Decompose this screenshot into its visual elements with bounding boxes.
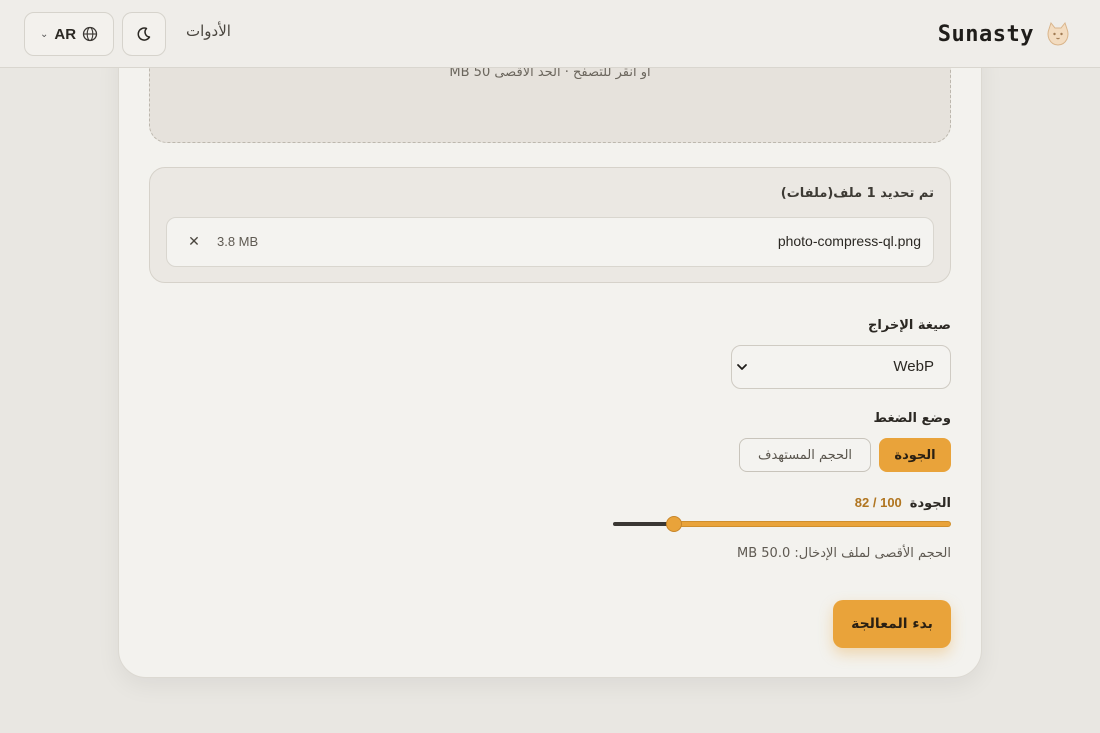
chevron-down-icon: ⌄: [39, 28, 49, 40]
slider-track-filled: [674, 521, 951, 527]
mode-quality-button[interactable]: الجودة: [879, 438, 951, 472]
compression-mode-label: وضع الضغط: [873, 411, 951, 426]
mode-target-size-button[interactable]: الحجم المستهدف: [739, 438, 871, 472]
selected-files-panel: تم تحديد 1 ملف(ملفات) photo-compress-ql.…: [149, 167, 951, 283]
close-icon[interactable]: ✕: [185, 231, 203, 253]
globe-icon: [82, 26, 98, 42]
slider-thumb[interactable]: [666, 516, 682, 532]
file-size: 3.8 MB: [217, 234, 259, 249]
file-item: photo-compress-ql.png 3.8 MB ✕: [166, 217, 934, 267]
slider-track-unfilled: [613, 522, 674, 526]
brand[interactable]: Sunasty: [938, 16, 1072, 52]
top-header: Sunasty ⌄ AR الأدوات: [0, 0, 1100, 68]
moon-icon: [137, 27, 151, 41]
language-code: AR: [54, 25, 77, 43]
quality-label-row: الجودة 82 / 100: [855, 495, 951, 511]
quality-value: 82 / 100: [854, 495, 902, 510]
output-format-select[interactable]: WebP: [731, 345, 951, 389]
compress-card: أو انقر للتصفح · الحد الأقصى 50 MB تم تح…: [118, 30, 982, 678]
quality-slider[interactable]: [613, 515, 951, 533]
max-input-size: الحجم الأقصى لملف الإدخال: 50.0 MB: [737, 546, 951, 561]
files-count-label: تم تحديد 1 ملف(ملفات): [780, 186, 934, 201]
chevron-down-icon: [737, 364, 747, 370]
language-selector[interactable]: ⌄ AR: [24, 12, 114, 56]
output-format-label: صيغة الإخراج: [867, 318, 951, 333]
theme-toggle-button[interactable]: [122, 12, 166, 56]
file-name: photo-compress-ql.png: [777, 233, 921, 249]
output-format-value: WebP: [893, 358, 934, 375]
tools-nav-link[interactable]: الأدوات: [186, 22, 231, 40]
cat-logo-icon: [1047, 21, 1069, 46]
start-processing-button[interactable]: بدء المعالجة: [833, 600, 951, 648]
quality-label: الجودة: [909, 496, 951, 511]
brand-name: Sunasty: [937, 21, 1034, 47]
